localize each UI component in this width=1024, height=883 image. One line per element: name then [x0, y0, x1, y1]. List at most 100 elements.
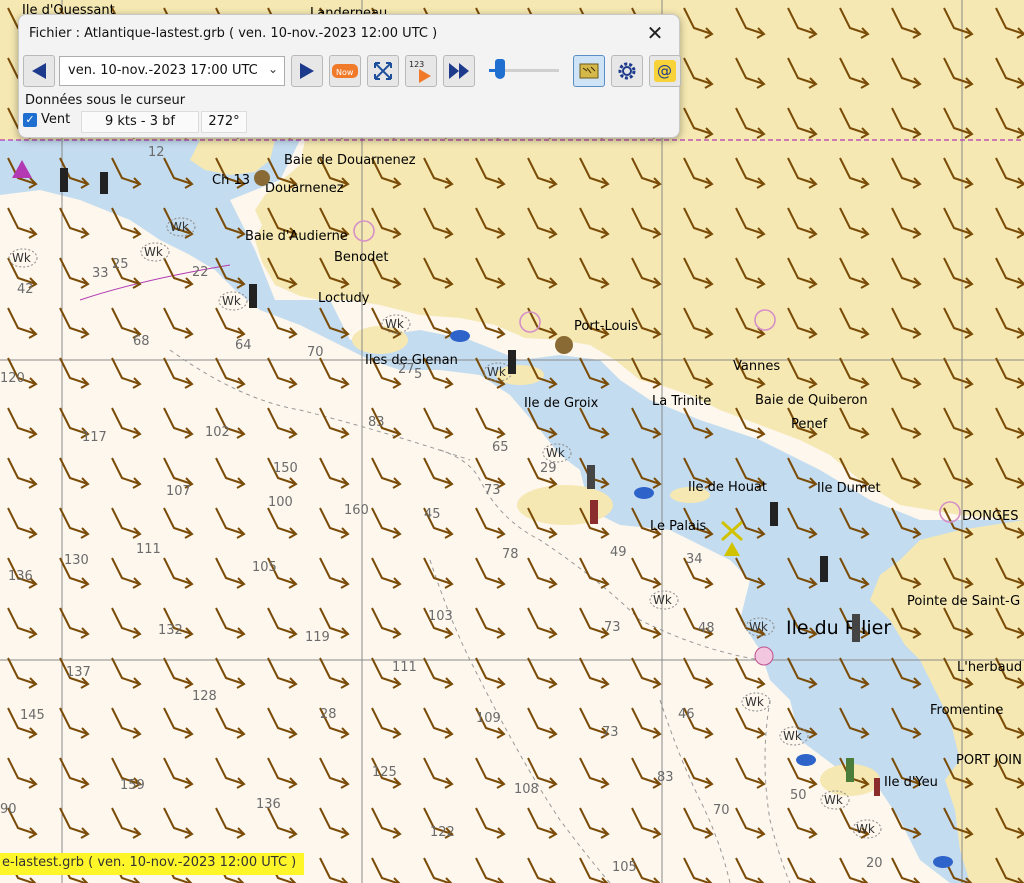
- depth-sounding: 70: [713, 803, 730, 818]
- depth-sounding: 29: [540, 461, 557, 476]
- depth-sounding: 160: [344, 503, 369, 518]
- place-label: Ile d'Yeu: [884, 775, 938, 790]
- place-label: Ile Dumet: [817, 481, 881, 496]
- buoy-icon: [450, 330, 470, 342]
- lighthouse-icon: [590, 500, 598, 524]
- grib-display-toggle-button[interactable]: [573, 55, 605, 87]
- buoy-icon: [754, 646, 774, 666]
- wind-data-row: ✓ Vent 9 kts - 3 bf 272°: [23, 111, 253, 133]
- place-label: PORT JOIN: [956, 753, 1022, 768]
- lighthouse-icon: [587, 465, 595, 489]
- wreck-label: Wk: [385, 317, 404, 331]
- depth-sounding: 46: [678, 707, 695, 722]
- at-sign-icon: @: [654, 60, 676, 82]
- wreck-label: Wk: [12, 251, 31, 265]
- buoy-icon: [634, 487, 654, 499]
- place-label: Loctudy: [318, 291, 370, 306]
- town-marker: [555, 336, 573, 354]
- depth-sounding: 103: [428, 609, 453, 624]
- depth-sounding: 130: [64, 553, 89, 568]
- place-label: Ile de Houat: [688, 480, 767, 495]
- depth-sounding: 45: [424, 507, 441, 522]
- place-label: Douarnenez: [265, 181, 344, 196]
- close-button[interactable]: ✕: [643, 21, 667, 45]
- depth-sounding: 132: [158, 623, 183, 638]
- belle-ile: [517, 485, 613, 525]
- now-label: Now: [336, 68, 354, 77]
- depth-sounding: 119: [305, 630, 330, 645]
- forecast-date-select[interactable]: ven. 10-nov.-2023 17:00 UTC ⌄: [59, 56, 285, 86]
- forecast-date-value: ven. 10-nov.-2023 17:00 UTC: [68, 63, 258, 78]
- wreck-label: Wk: [170, 220, 189, 234]
- depth-sounding: 73: [484, 483, 501, 498]
- wreck-label: Wk: [144, 245, 163, 259]
- depth-sounding: 136: [256, 797, 281, 812]
- depth-sounding: 49: [610, 545, 627, 560]
- depth-sounding: 83: [657, 770, 674, 785]
- depth-sounding: 65: [492, 440, 509, 455]
- depth-sounding: 83: [368, 415, 385, 430]
- panel-title: Fichier : Atlantique-lastest.grb ( ven. …: [29, 26, 438, 41]
- depth-sounding: 68: [133, 334, 150, 349]
- buoy-icon: [933, 856, 953, 868]
- place-label: La Trinite: [652, 394, 711, 409]
- place-label: L'herbaud: [957, 660, 1022, 675]
- time-step-button[interactable]: 123: [405, 55, 437, 87]
- grib-file-panel: Fichier : Atlantique-lastest.grb ( ven. …: [18, 14, 681, 138]
- depth-sounding: 50: [790, 788, 807, 803]
- zoom-to-grib-button[interactable]: [367, 55, 399, 87]
- depth-sounding: 70: [307, 345, 324, 360]
- depth-sounding: 78: [502, 547, 519, 562]
- wind-direction-value: 272°: [201, 111, 247, 133]
- wind-checkbox[interactable]: ✓: [23, 113, 37, 127]
- place-label: Baie de Quiberon: [755, 393, 868, 408]
- depth-sounding: 137: [66, 665, 91, 680]
- wreck-label: Wk: [749, 620, 768, 634]
- now-button[interactable]: Now: [329, 55, 361, 87]
- triangle-left-icon: [32, 63, 46, 79]
- depth-sounding: 111: [392, 660, 417, 675]
- place-label: DONGES: [962, 509, 1019, 524]
- slider-thumb[interactable]: [495, 59, 505, 79]
- depth-sounding: 159: [120, 778, 145, 793]
- place-label: Ile de Groix: [524, 396, 599, 411]
- expand-arrows-icon: [374, 62, 392, 80]
- depth-sounding: 48: [698, 621, 715, 636]
- depth-sounding: 122: [430, 825, 455, 840]
- depth-sounding: 73: [602, 725, 619, 740]
- next-step-button[interactable]: [291, 55, 323, 87]
- lighthouse-icon: [100, 172, 108, 194]
- depth-sounding: 12: [148, 145, 165, 160]
- depth-sounding: 108: [514, 782, 539, 797]
- lighthouse-icon: [770, 502, 778, 526]
- place-label: Ch 13: [212, 173, 250, 188]
- settings-button[interactable]: [611, 55, 643, 87]
- depth-sounding: 111: [136, 542, 161, 557]
- wind-speed-value: 9 kts - 3 bf: [81, 111, 199, 133]
- wreck-label: Wk: [653, 593, 672, 607]
- depth-sounding: 117: [82, 430, 107, 445]
- place-label: Le Palais: [650, 519, 707, 534]
- depth-sounding: 34: [686, 552, 703, 567]
- depth-sounding: 22: [192, 265, 209, 280]
- lighthouse-icon: [874, 778, 880, 796]
- depth-sounding: 25: [112, 257, 129, 272]
- previous-step-button[interactable]: [23, 55, 55, 87]
- depth-sounding: 102: [205, 425, 230, 440]
- depth-sounding: 150: [273, 461, 298, 476]
- depth-sounding: 27: [398, 362, 415, 377]
- depth-sounding: 128: [192, 689, 217, 704]
- place-label: Baie de Douarnenez: [284, 153, 416, 168]
- depth-sounding: 105: [252, 560, 277, 575]
- depth-sounding: 109: [476, 711, 501, 726]
- email-request-button[interactable]: @: [649, 55, 681, 87]
- svg-text:@: @: [657, 62, 672, 80]
- wreck-label: Wk: [824, 793, 843, 807]
- place-label: Vannes: [733, 359, 780, 374]
- depth-sounding: 125: [372, 765, 397, 780]
- lighthouse-icon: [820, 556, 828, 582]
- play-animation-button[interactable]: [443, 55, 475, 87]
- now-icon: Now: [332, 64, 358, 78]
- fast-forward-icon: [449, 63, 469, 79]
- depth-sounding: 90: [0, 802, 17, 817]
